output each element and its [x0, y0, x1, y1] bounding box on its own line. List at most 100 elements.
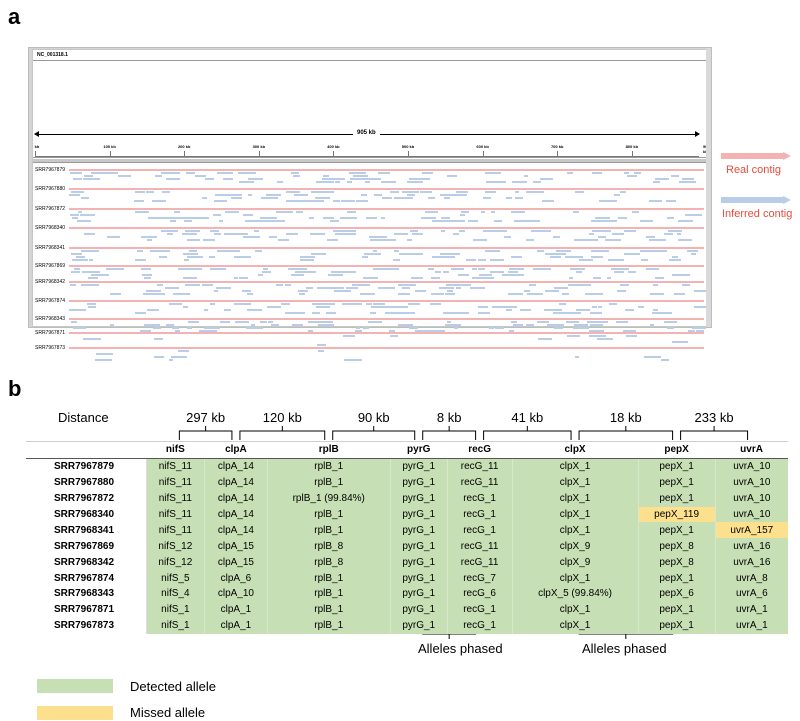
gene-header: nifS [146, 441, 205, 459]
allele-cell: clpA_10 [204, 586, 268, 602]
table-row: SRR7967874 nifS_5 clpA_6 rplB_1 pyrG_1 recG_7… [26, 570, 788, 587]
detected-allele-swatch [37, 679, 113, 693]
allele-cell: rplB_1 [266, 570, 391, 587]
allele-cell: nifS_11 [145, 490, 205, 507]
allele-cell: pepX_1 [637, 522, 716, 539]
allele-cell: recG_7 [446, 570, 513, 587]
allele-cell: uvrA_1 [714, 617, 788, 634]
sample-id: SRR7968342 [26, 554, 147, 571]
allele-cell: clpX_1 [511, 617, 639, 634]
allele-cell: clpX_1 [511, 601, 639, 618]
allele-cell: recG_1 [446, 490, 513, 507]
allele-cell: recG_11 [446, 538, 513, 555]
allele-cell: uvrA_8 [714, 570, 788, 587]
sample-id: SRR7968341 [26, 522, 147, 539]
allele-cell: recG_1 [446, 522, 513, 539]
allele-cell: recG_1 [446, 506, 513, 523]
allele-cell: pepX_1 [637, 490, 716, 507]
allele-cell: rplB_1 [266, 586, 391, 602]
sample-id: SRR7967879 [26, 458, 147, 475]
allele-cell: rplB_1 [266, 474, 391, 491]
allele-cell: pyrG_1 [389, 617, 448, 634]
table-header-row: nifS clpA rplB pyrG recG clpX pepX uvrA [26, 441, 788, 459]
allele-cell: recG_11 [446, 474, 513, 491]
table-row: SRR7967872 nifS_11 clpA_14 rplB_1 (99.84%) p… [26, 490, 788, 507]
allele-cell: clpA_14 [204, 522, 268, 539]
allele-cell: pyrG_1 [389, 458, 448, 475]
allele-cell: rplB_1 [266, 617, 391, 634]
allele-cell: pepX_1 [637, 601, 716, 618]
allele-cell: pepX_8 [637, 538, 716, 555]
allele-cell: pyrG_1 [389, 554, 448, 571]
gene-header: clpA [204, 441, 268, 459]
allele-cell: clpX_1 [511, 506, 639, 523]
distance-bracket [422, 426, 477, 440]
allele-cell: pepX_8 [637, 554, 716, 571]
table-row: SRR7967879 nifS_11 clpA_14 rplB_1 pyrG_1 recG… [26, 458, 788, 475]
allele-cell: recG_11 [446, 458, 513, 475]
table-row: SRR7967871 nifS_1 clpA_1 rplB_1 pyrG_1 recG_1… [26, 601, 788, 618]
allele-cell: rplB_1 (99.84%) [266, 490, 391, 507]
allele-cell: nifS_5 [145, 570, 205, 587]
allele-cell: uvrA_10 [714, 506, 788, 523]
allele-cell: clpA_6 [204, 570, 268, 587]
allele-cell: pyrG_1 [389, 490, 448, 507]
alleles-phased-label-2: Alleles phased [582, 641, 667, 656]
missed-allele-cell: uvrA_157 [714, 522, 788, 539]
legend-missed-allele: Missed allele [130, 705, 206, 720]
allele-cell: pepX_1 [637, 474, 716, 491]
allele-cell: uvrA_1 [714, 601, 788, 618]
gene-header: uvrA [715, 441, 788, 459]
sample-id: SRR7967871 [26, 601, 147, 618]
distance-bracket [680, 426, 749, 440]
table-row: SRR7967880 nifS_11 clpA_14 rplB_1 pyrG_1 recG… [26, 474, 788, 491]
sample-id: SRR7967880 [26, 474, 147, 491]
sample-id: SRR7968343 [26, 586, 147, 602]
allele-cell: pyrG_1 [389, 601, 448, 618]
allele-cell: clpX_1 [511, 458, 639, 475]
sample-id: SRR7967872 [26, 490, 147, 507]
allele-cell: clpA_14 [204, 458, 268, 475]
gene-header: pyrG [390, 441, 448, 459]
allele-cell: recG_1 [446, 601, 513, 618]
gene-header: rplB [267, 441, 391, 459]
allele-cell: nifS_1 [145, 601, 205, 618]
allele-cell: pepX_1 [637, 458, 716, 475]
allele-cell: pyrG_1 [389, 586, 448, 602]
missed-allele-cell: pepX_119 [637, 506, 716, 523]
allele-cell: nifS_12 [145, 554, 205, 571]
allele-cell: clpA_15 [204, 554, 268, 571]
allele-cell: uvrA_16 [714, 538, 788, 555]
table-row: SRR7968342 nifS_12 clpA_15 rplB_8 pyrG_1 recG… [26, 554, 788, 571]
allele-cell: rplB_1 [266, 506, 391, 523]
gene-header: clpX [512, 441, 639, 459]
allele-cell: pyrG_1 [389, 538, 448, 555]
allele-cell: clpX_9 [511, 554, 639, 571]
allele-cell: pyrG_1 [389, 570, 448, 587]
allele-cell: uvrA_6 [714, 586, 788, 602]
table-row: SRR7967873 nifS_1 clpA_1 rplB_1 pyrG_1 recG_1… [26, 617, 788, 634]
allele-cell: clpA_14 [204, 506, 268, 523]
allele-cell: pepX_1 [637, 570, 716, 587]
allele-cell: clpX_5 (99.84%) [511, 586, 639, 602]
alleles-phased-label-1: Alleles phased [418, 641, 503, 656]
allele-cell: clpX_9 [511, 538, 639, 555]
sample-id: SRR7968340 [26, 506, 147, 523]
allele-cell: clpA_1 [204, 601, 268, 618]
allele-cell: clpX_1 [511, 474, 639, 491]
allele-cell: nifS_1 [145, 617, 205, 634]
legend-detected-allele: Detected allele [130, 679, 216, 694]
gene-header: recG [447, 441, 513, 459]
allele-cell: uvrA_16 [714, 554, 788, 571]
allele-cell: rplB_1 [266, 601, 391, 618]
sample-id: SRR7967874 [26, 570, 147, 587]
allele-cell: clpA_14 [204, 490, 268, 507]
allele-cell: uvrA_10 [714, 474, 788, 491]
allele-cell: pepX_1 [637, 617, 716, 634]
sample-id: SRR7967869 [26, 538, 147, 555]
allele-cell: rplB_1 [266, 458, 391, 475]
table-row: SRR7968341 nifS_11 clpA_14 rplB_1 pyrG_1 recG… [26, 522, 788, 539]
allele-cell: clpX_1 [511, 522, 639, 539]
allele-cell: rplB_8 [266, 538, 391, 555]
distance-bracket [332, 426, 416, 440]
